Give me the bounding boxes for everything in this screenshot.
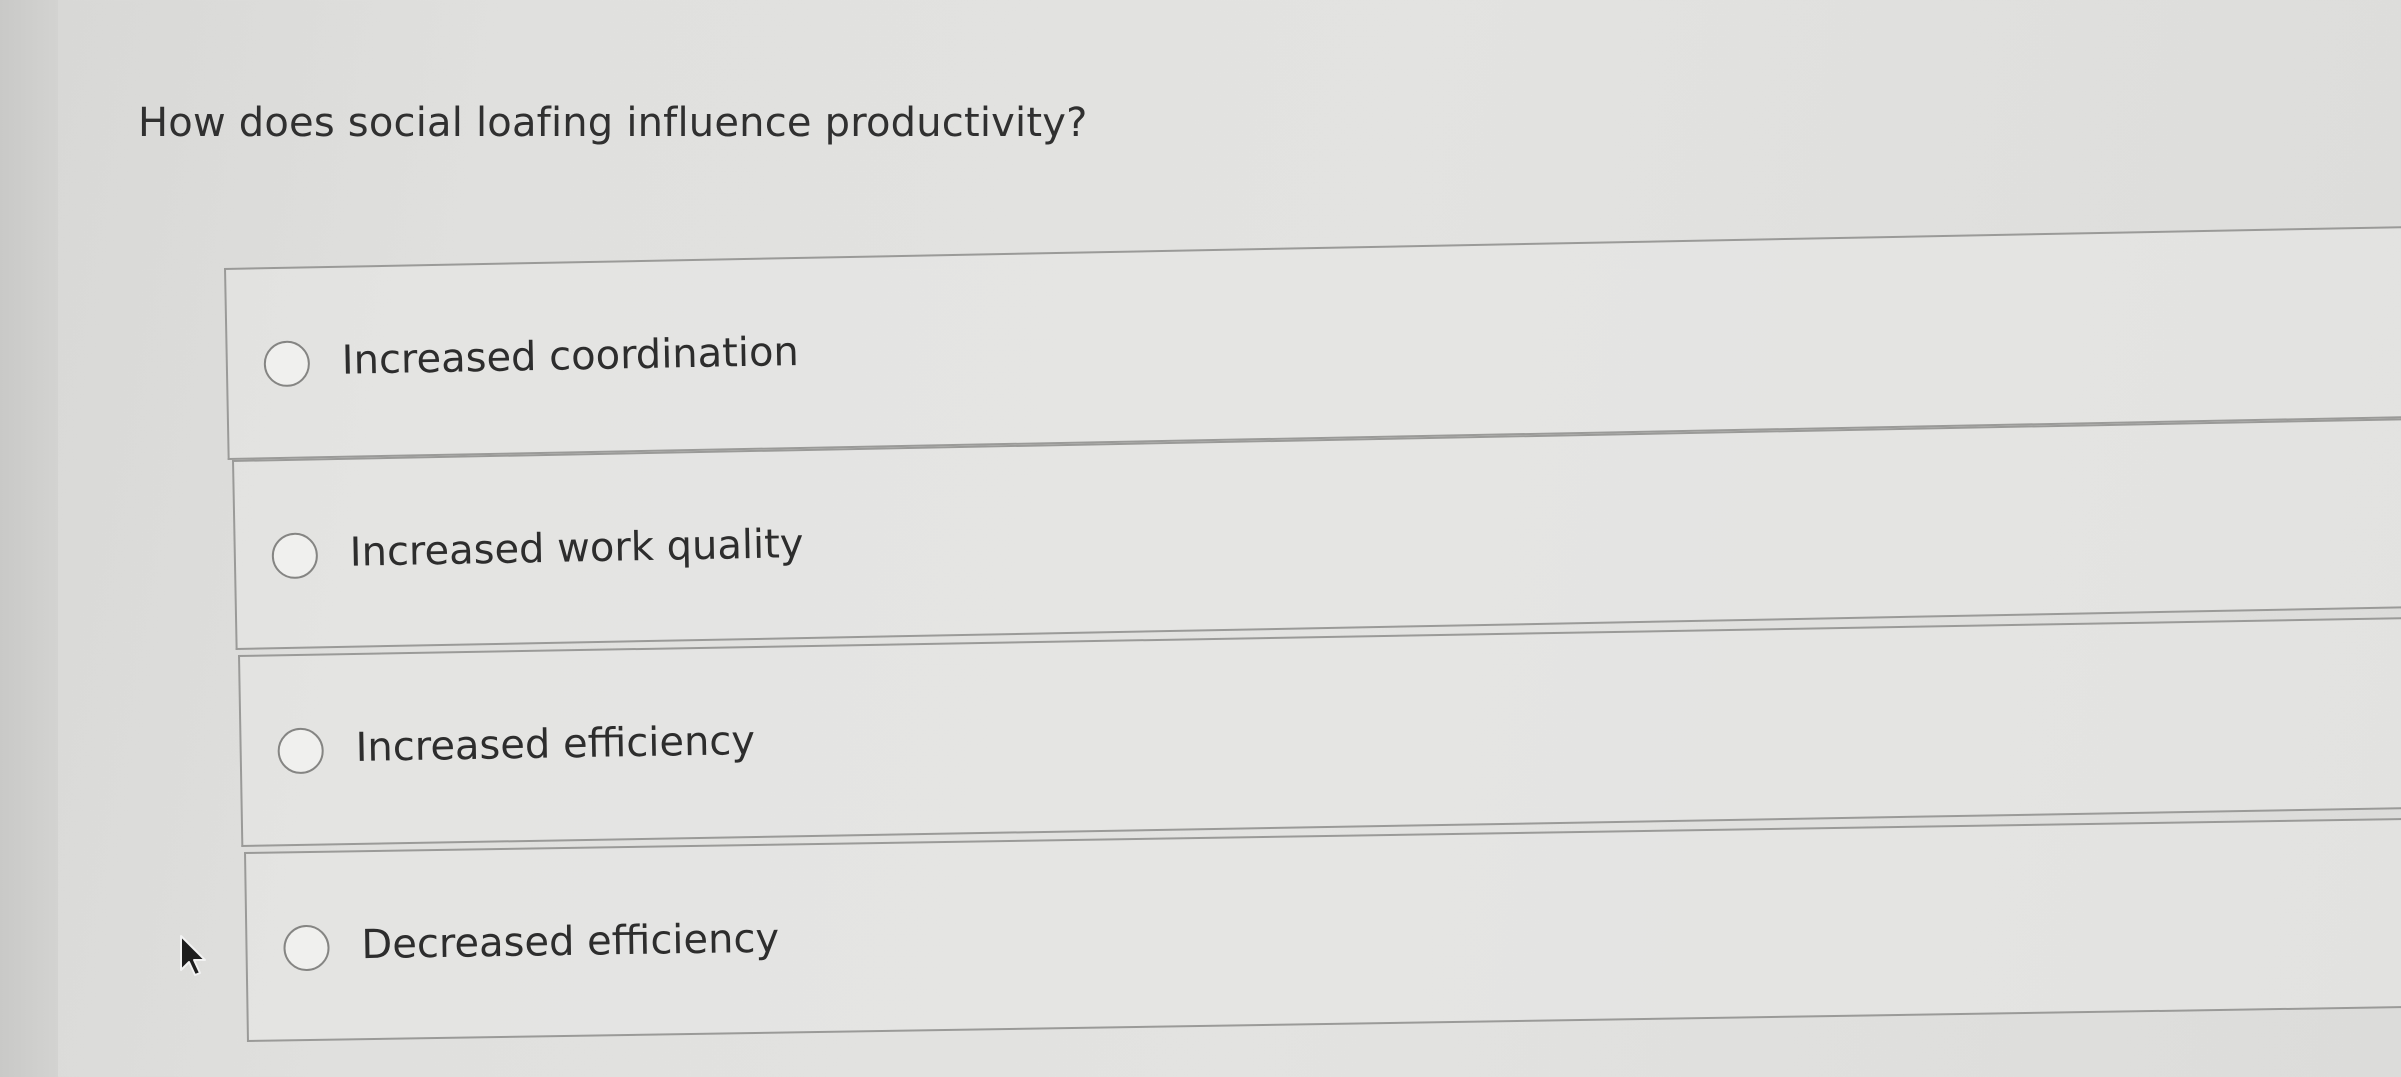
radio-button-icon[interactable]: [283, 924, 330, 972]
option-label: Increased coordination: [341, 328, 800, 384]
option-increased-efficiency[interactable]: Increased efficiency: [238, 614, 2401, 847]
option-label: Decreased efficiency: [361, 915, 780, 969]
option-label: Increased work quality: [349, 521, 804, 576]
option-label: Increased efficiency: [355, 717, 756, 771]
radio-button-icon[interactable]: [277, 727, 325, 775]
answer-options: Increased coordination Increased work qu…: [0, 0, 2401, 1077]
mouse-pointer-icon: [180, 935, 206, 976]
radio-button-icon[interactable]: [263, 340, 311, 388]
radio-button-icon[interactable]: [271, 532, 319, 580]
option-decreased-efficiency[interactable]: Decreased efficiency: [244, 815, 2401, 1042]
